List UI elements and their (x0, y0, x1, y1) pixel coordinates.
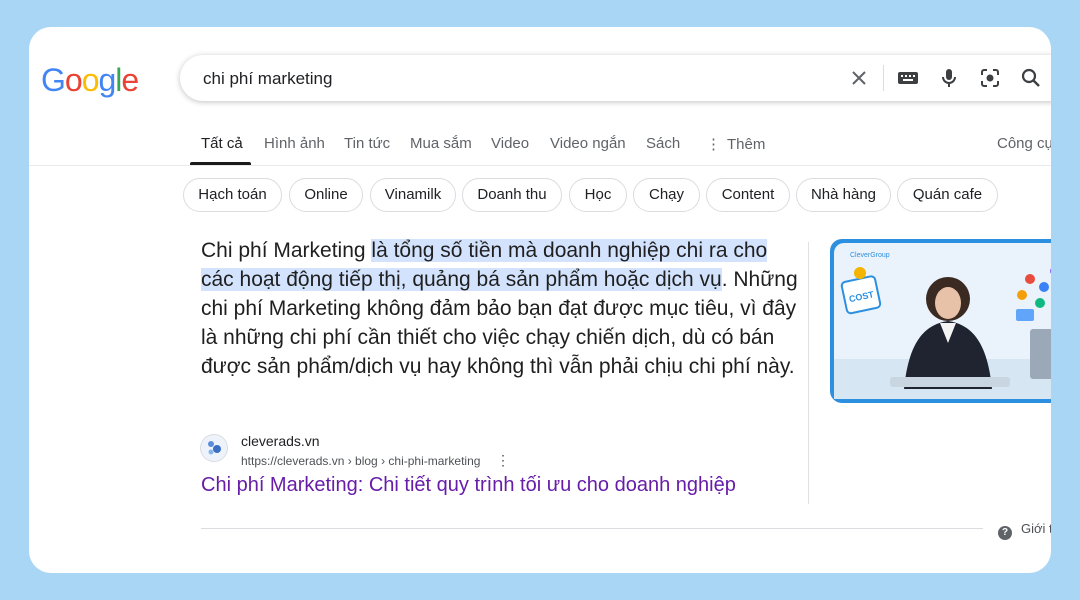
keyboard-icon[interactable] (896, 66, 920, 90)
tab-more-label: Thêm (727, 136, 766, 153)
chip-nha-hang[interactable]: Nhà hàng (796, 178, 891, 212)
google-logo[interactable]: Google (41, 62, 139, 99)
tab-images[interactable]: Hình ảnh (264, 135, 325, 152)
snippet-thumbnail[interactable]: COST CleverGroup (830, 239, 1051, 403)
chip-chay[interactable]: Chạy (633, 178, 700, 212)
search-box[interactable] (180, 55, 1051, 101)
tab-all[interactable]: Tất cả (201, 135, 243, 152)
clear-icon[interactable] (847, 66, 871, 90)
svg-text:CleverGroup: CleverGroup (850, 252, 890, 259)
site-url-breadcrumb: https://cleverads.vn › blog › chi-phi-ma… (241, 454, 481, 468)
search-icon[interactable] (1019, 66, 1043, 90)
cleverads-logo-icon (208, 441, 221, 455)
help-icon: ? (998, 526, 1012, 540)
chip-content[interactable]: Content (706, 178, 790, 212)
tools-button[interactable]: Công cụ (997, 135, 1051, 152)
chip-hoc[interactable]: Học (569, 178, 627, 212)
logo-letter: o (64, 62, 83, 98)
search-divider (883, 65, 884, 91)
logo-letter: o (81, 62, 100, 98)
featured-snippet-text: Chi phí Marketing là tổng số tiền mà doa… (201, 236, 801, 381)
chip-quan-cafe[interactable]: Quán cafe (897, 178, 998, 212)
about-label: Giới t (1021, 521, 1051, 536)
more-vert-icon: ⋮ (706, 136, 721, 153)
microphone-icon[interactable] (937, 66, 961, 90)
search-results-card: Google Tất cả Hình ảnh Tin tức (29, 27, 1051, 573)
logo-letter: G (41, 62, 66, 98)
snippet-divider (808, 242, 809, 504)
site-name: cleverads.vn (241, 433, 320, 449)
tab-shopping[interactable]: Mua sắm (410, 135, 472, 152)
result-title-link[interactable]: Chi phí Marketing: Chi tiết quy trình tố… (201, 474, 736, 497)
search-input[interactable] (201, 67, 805, 91)
site-favicon (200, 434, 228, 462)
tab-news[interactable]: Tin tức (344, 135, 390, 152)
chip-doanh-thu[interactable]: Doanh thu (462, 178, 562, 212)
snippet-prefix: Chi phí Marketing (201, 239, 372, 262)
chip-online[interactable]: Online (289, 178, 363, 212)
thumbnail-illustration: COST CleverGroup (834, 243, 1051, 399)
tabs-divider (29, 165, 1051, 166)
about-snippet-link[interactable]: ? Giới t (998, 521, 1051, 540)
tab-more[interactable]: ⋮ Thêm (706, 135, 765, 153)
result-options-icon[interactable]: ⋮ (496, 452, 510, 469)
result-bottom-divider (201, 528, 983, 529)
tab-books[interactable]: Sách (646, 135, 680, 152)
tab-videos[interactable]: Video (491, 135, 529, 152)
tab-short-videos[interactable]: Video ngắn (550, 135, 626, 152)
chip-hach-toan[interactable]: Hạch toán (183, 178, 282, 212)
chip-vinamilk[interactable]: Vinamilk (370, 178, 456, 212)
logo-letter: g (98, 62, 116, 98)
logo-letter: e (121, 62, 139, 98)
camera-lens-icon[interactable] (978, 66, 1002, 90)
